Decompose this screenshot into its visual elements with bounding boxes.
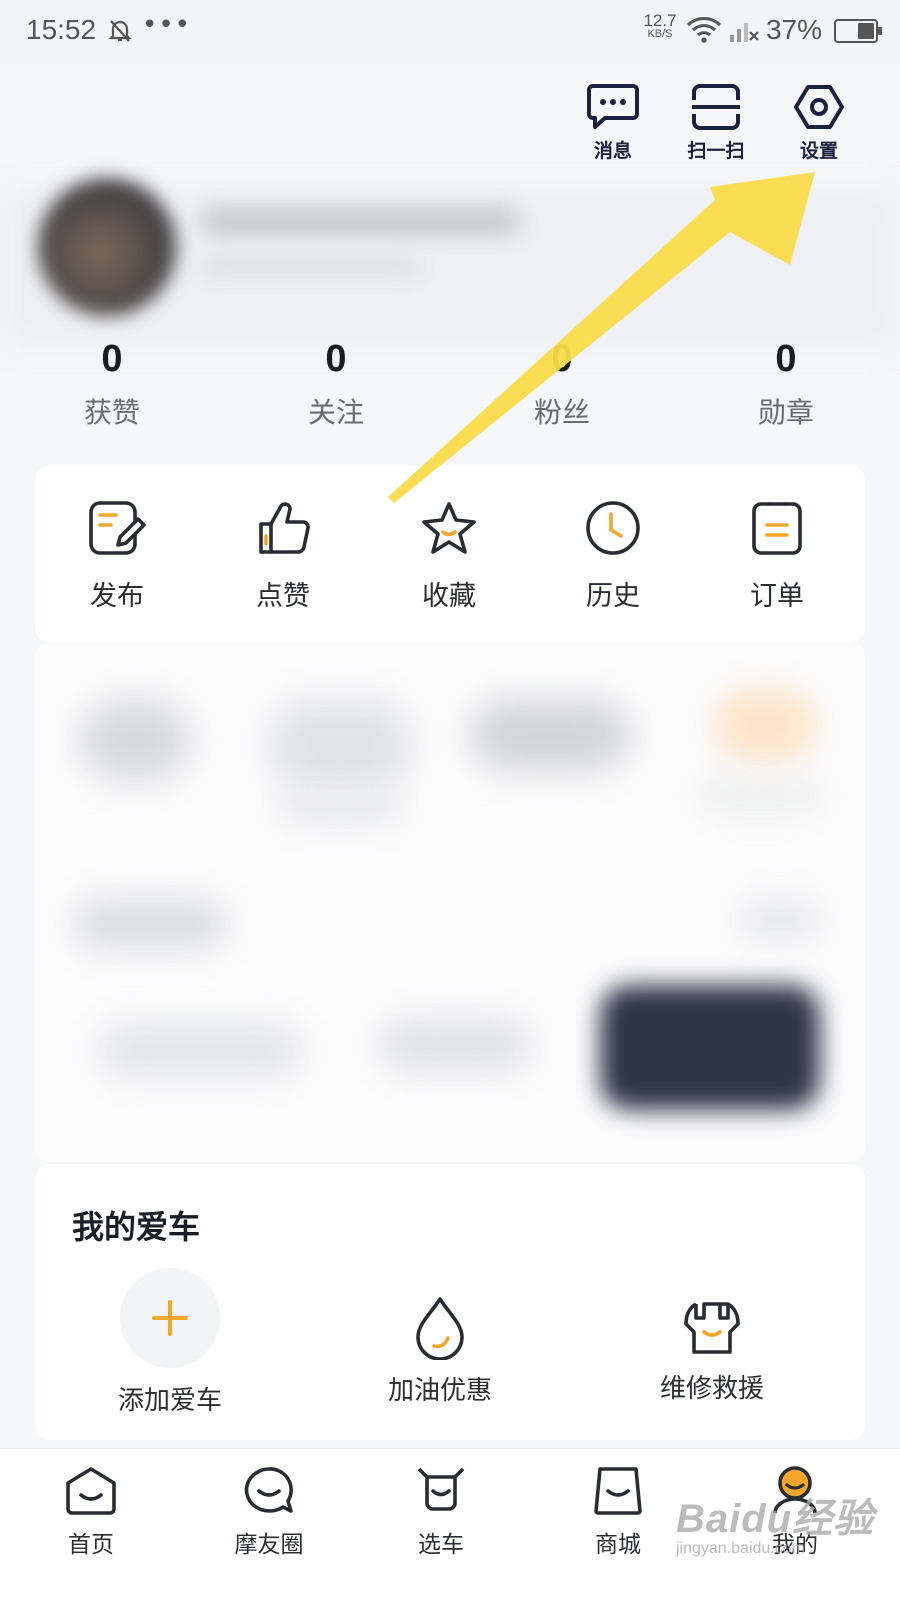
quick-action-publish[interactable]: 发布 [62, 500, 172, 613]
repair-rescue-button[interactable]: 维修救援 [602, 1298, 822, 1405]
quick-action-favorites[interactable]: 收藏 [394, 500, 504, 613]
avatar[interactable] [38, 178, 176, 316]
battery-percent: 37% [766, 14, 823, 45]
add-car-label: 添加爱车 [117, 1386, 222, 1416]
plus-icon [152, 1300, 188, 1336]
scan-icon [692, 84, 740, 130]
blurred-item [715, 690, 815, 760]
nav-label: 选车 [418, 1532, 464, 1558]
status-more-dots: ••• [142, 10, 192, 40]
quick-action-label: 历史 [586, 581, 640, 612]
nav-choose-bike[interactable]: 选车 [386, 1465, 496, 1559]
quick-action-label: 点赞 [256, 581, 310, 612]
settings-button[interactable]: 设置 [774, 82, 864, 163]
star-icon [422, 502, 476, 554]
network-speed-value: 12.7 [643, 11, 677, 30]
motorbike-icon [417, 1467, 465, 1511]
my-car-title: 我的爱车 [72, 1208, 201, 1246]
wifi-icon [686, 16, 722, 48]
bell-off-icon [108, 18, 132, 48]
blurred-item [75, 900, 225, 948]
signal-icon [730, 17, 760, 47]
network-speed-unit: KB/S [647, 28, 673, 40]
scan-label: 扫一扫 [687, 140, 745, 162]
blurred-item [280, 790, 400, 820]
nav-label: 首页 [68, 1532, 114, 1558]
blurred-dark-banner [600, 985, 820, 1110]
scan-button[interactable]: 扫一扫 [671, 82, 761, 163]
quick-action-orders[interactable]: 订单 [722, 500, 832, 613]
nav-home[interactable]: 首页 [36, 1465, 146, 1559]
quick-action-label: 订单 [750, 581, 804, 612]
nav-label: 商城 [595, 1532, 641, 1558]
blurred-item [380, 1020, 530, 1070]
quick-action-likes[interactable]: 点赞 [228, 500, 338, 613]
stat-likes[interactable]: 0 获赞 [52, 338, 172, 431]
clock-icon [586, 501, 640, 555]
home-icon [66, 1467, 116, 1515]
quick-action-label: 收藏 [422, 581, 476, 612]
stat-label: 粉丝 [533, 396, 590, 429]
blurred-item [270, 700, 410, 790]
quick-action-label: 发布 [90, 581, 144, 612]
add-car-button[interactable]: 添加爱车 [60, 1268, 280, 1417]
add-car-circle [120, 1268, 220, 1368]
blurred-item [700, 780, 820, 810]
settings-label: 设置 [799, 140, 838, 162]
edit-note-icon [89, 501, 146, 555]
watermark-line1: Baidu经验 [676, 1497, 875, 1541]
blurred-item [470, 700, 630, 770]
stat-following[interactable]: 0 关注 [276, 338, 396, 431]
shopping-bag-icon [594, 1467, 642, 1515]
status-time: 15:52 [26, 14, 97, 45]
stat-value: 0 [775, 338, 797, 380]
clipboard-icon [752, 502, 802, 555]
baidu-watermark: Baidu经验 jingyan.baidu.com [676, 1486, 874, 1558]
fuel-drop-icon [416, 1297, 464, 1360]
stat-value: 0 [325, 338, 347, 380]
messages-button[interactable]: 消息 [568, 82, 658, 163]
repair-rescue-label: 维修救援 [659, 1374, 764, 1404]
messages-label: 消息 [593, 140, 632, 162]
stat-value: 0 [101, 338, 123, 380]
fuel-discount-label: 加油优惠 [387, 1376, 492, 1406]
thumbs-up-icon [259, 502, 310, 554]
blurred-item [740, 900, 820, 940]
blurred-item [100, 1025, 300, 1075]
stat-fans[interactable]: 0 粉丝 [502, 338, 622, 431]
stat-label: 勋章 [757, 396, 814, 429]
nav-mall[interactable]: 商城 [563, 1465, 673, 1559]
stat-medals[interactable]: 0 勋章 [726, 338, 846, 431]
wrench-icon [684, 1302, 740, 1354]
battery-icon [834, 19, 882, 43]
fuel-discount-button[interactable]: 加油优惠 [330, 1296, 550, 1407]
stat-label: 关注 [307, 396, 364, 429]
nav-moto-circle[interactable]: 摩友圈 [214, 1465, 324, 1559]
blurred-item [80, 700, 190, 780]
stat-value: 0 [551, 338, 573, 380]
user-subtitle-blurred [200, 256, 420, 276]
chat-bubble-icon [244, 1467, 293, 1513]
nav-label: 摩友圈 [234, 1532, 304, 1558]
gear-hexagon-icon [794, 85, 844, 129]
network-speed: 12.7 KB/S [640, 12, 680, 40]
quick-action-history[interactable]: 历史 [558, 500, 668, 613]
stat-label: 获赞 [83, 396, 140, 429]
message-dots-icon [587, 84, 639, 129]
username-blurred [200, 206, 520, 236]
status-bar: 15:52 ••• 12.7 KB/S 37% [0, 0, 900, 64]
